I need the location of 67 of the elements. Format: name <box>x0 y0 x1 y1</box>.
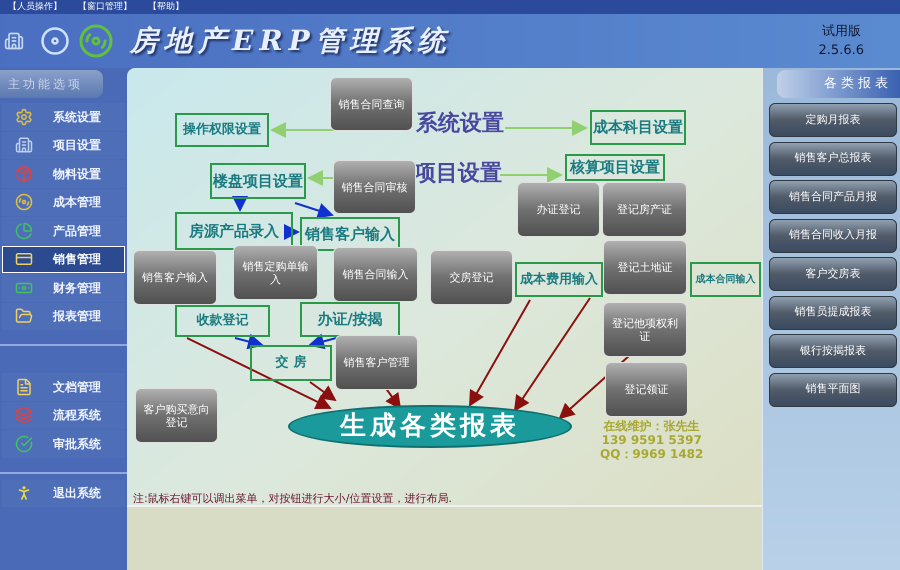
flow-node: 楼盘项目设置 <box>210 163 306 199</box>
sidebar-item[interactable]: 财务管理 <box>2 274 125 302</box>
report-button[interactable]: 销售客户总报表 <box>769 142 897 176</box>
document-icon <box>15 378 33 396</box>
function-button[interactable]: 交房登记 <box>430 250 513 305</box>
report-button[interactable]: 银行按揭报表 <box>769 334 897 368</box>
flow-heading: 系统设置 <box>415 108 505 138</box>
pie-chart-icon <box>15 222 33 240</box>
app-title: 房地产ERP管理系统 <box>130 23 452 59</box>
menu-item[interactable]: 【人员操作】 <box>8 2 62 12</box>
function-button[interactable]: 登记土地证 <box>603 240 687 295</box>
function-button[interactable]: 办证登记 <box>517 182 600 237</box>
sidebar-item[interactable]: 产品管理 <box>2 217 125 244</box>
function-button[interactable]: 登记房产证 <box>602 182 687 237</box>
box-icon <box>15 164 33 183</box>
disc-icon <box>40 26 70 56</box>
sidebar-item[interactable]: 报表管理 <box>2 302 125 330</box>
folder-icon <box>15 307 33 326</box>
report-ellipse: 生成各类报表 <box>288 405 572 448</box>
sidebar-item[interactable]: 销售管理 <box>2 246 125 273</box>
function-button[interactable]: 销售客户管理 <box>335 335 418 390</box>
function-button[interactable]: 销售合同查询 <box>330 77 413 131</box>
function-button[interactable]: 客户购买意向登记 <box>135 388 218 443</box>
function-button[interactable]: 销售定购单输入 <box>233 245 318 300</box>
reports-title: 各类报表 <box>777 70 900 98</box>
report-button[interactable]: 销售员提成报表 <box>769 296 897 330</box>
sidebar-item[interactable]: 审批系统 <box>2 430 125 458</box>
flow-node: 成本科目设置 <box>590 110 686 145</box>
function-button[interactable]: 销售合同输入 <box>333 247 418 302</box>
disc-icon <box>15 193 33 212</box>
sidebar-item[interactable]: 文档管理 <box>2 373 125 400</box>
contact-line: QQ：9969 1482 <box>600 447 704 461</box>
sidebar-title: 主功能选项 <box>0 70 103 98</box>
function-button[interactable]: 销售合同审核 <box>333 160 416 214</box>
sidebar-item[interactable]: 物料设置 <box>2 160 125 188</box>
flow-node: 交 房 <box>250 345 332 381</box>
function-button[interactable]: 登记他项权利证 <box>603 302 687 357</box>
menu-item[interactable]: 【帮助】 <box>148 2 184 12</box>
report-button[interactable]: 定购月报表 <box>769 103 897 137</box>
report-button[interactable]: 销售平面图 <box>769 372 897 406</box>
flow-node: 核算项目设置 <box>565 154 665 181</box>
flow-node: 成本费用输入 <box>515 262 603 297</box>
function-button[interactable]: 登记领证 <box>605 362 688 417</box>
sidebar-item[interactable]: 项目设置 <box>2 132 125 159</box>
buildings-icon <box>15 136 33 154</box>
gear-icon <box>15 108 33 126</box>
check-icon <box>15 434 33 453</box>
report-button[interactable]: 销售合同产品月报 <box>769 180 897 214</box>
menu-item[interactable]: 【窗口管理】 <box>78 2 132 12</box>
version-label: 2.5.6.6 <box>818 42 864 60</box>
flow-node: 操作权限设置 <box>175 113 269 147</box>
sidebar-item[interactable]: 系统设置 <box>2 103 125 130</box>
flow-node: 收款登记 <box>175 305 270 337</box>
disc-icon <box>78 23 114 59</box>
flow-node: 成本合同输入 <box>690 262 761 297</box>
sidebar-item[interactable]: 成本管理 <box>2 188 125 216</box>
report-button[interactable]: 销售合同收入月报 <box>769 218 897 252</box>
sidebar-item[interactable]: 退出系统 <box>2 480 125 507</box>
buildings-icon <box>4 31 24 51</box>
contact-line: 139 9591 5397 <box>602 433 702 447</box>
hint-note: 注:鼠标右键可以调出菜单，对按钮进行大小/位置设置，进行布局. <box>133 491 452 507</box>
contact-line: 在线维护：张先生 <box>604 419 700 433</box>
report-button[interactable]: 客户交房表 <box>769 257 897 291</box>
edition-label: 试用版 <box>822 22 861 40</box>
sidebar-item[interactable]: 流程系统 <box>2 402 125 429</box>
layers-icon <box>15 406 33 424</box>
function-button[interactable]: 销售客户输入 <box>133 250 217 305</box>
